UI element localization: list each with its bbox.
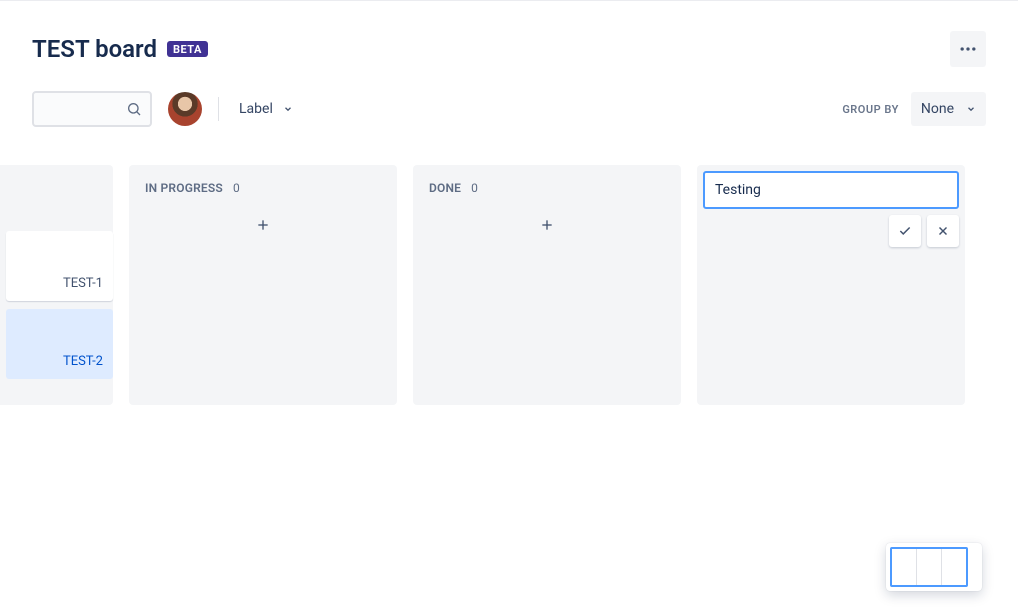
chevron-down-icon — [966, 104, 976, 114]
board-minimap[interactable] — [886, 543, 982, 591]
check-icon — [898, 224, 912, 238]
page-title: TEST board — [32, 35, 157, 63]
label-filter-text: Label — [239, 101, 273, 117]
search-icon — [126, 101, 142, 117]
label-filter-button[interactable]: Label — [235, 101, 297, 117]
more-actions-button[interactable] — [950, 31, 986, 67]
search-input[interactable] — [32, 91, 152, 127]
column-name: IN PROGRESS — [145, 181, 223, 195]
more-horizontal-icon — [958, 39, 978, 59]
card-key: TEST-1 — [63, 276, 103, 291]
plus-icon — [539, 217, 555, 233]
column-name: DONE — [429, 181, 461, 195]
card-key: TEST-2 — [63, 354, 103, 369]
minimap-col — [942, 549, 966, 585]
groupby-label: GROUP BY — [842, 103, 899, 116]
cancel-column-button[interactable] — [927, 215, 959, 247]
minimap-col — [917, 549, 942, 585]
groupby-value: None — [921, 101, 954, 117]
kanban-board: TEST-1 TEST-2 IN PROGRESS 0 DONE 0 — [0, 127, 1018, 405]
confirm-column-button[interactable] — [889, 215, 921, 247]
minimap-viewport — [890, 547, 968, 587]
close-icon — [936, 224, 950, 238]
column-count: 0 — [233, 181, 240, 195]
column-count: 0 — [471, 181, 478, 195]
card-test-1[interactable]: TEST-1 — [6, 231, 113, 301]
column-todo-partial: TEST-1 TEST-2 — [0, 165, 113, 405]
groupby-select[interactable]: None — [911, 92, 986, 126]
chevron-down-icon — [283, 104, 293, 114]
plus-icon — [255, 217, 271, 233]
new-column-name-input[interactable] — [703, 171, 959, 209]
minimap-col — [892, 549, 917, 585]
add-card-button[interactable] — [421, 207, 673, 243]
user-avatar[interactable] — [168, 92, 202, 126]
column-new — [697, 165, 965, 405]
column-done: DONE 0 — [413, 165, 681, 405]
toolbar-divider — [218, 97, 219, 121]
card-test-2[interactable]: TEST-2 — [6, 309, 113, 379]
add-card-button[interactable] — [137, 207, 389, 243]
column-in-progress: IN PROGRESS 0 — [129, 165, 397, 405]
beta-badge: BETA — [167, 41, 208, 57]
